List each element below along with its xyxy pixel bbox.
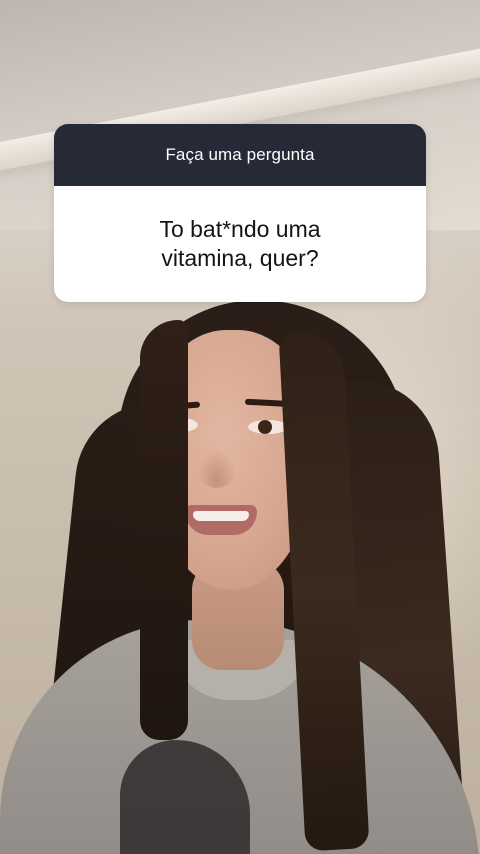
right-eye	[248, 420, 288, 434]
hair-front-left	[140, 320, 188, 740]
nose	[197, 448, 237, 488]
question-sticker-title: Faça uma pergunta	[165, 145, 315, 164]
teeth	[193, 511, 249, 521]
question-sticker-header: Faça uma pergunta	[54, 124, 426, 186]
mouth	[185, 505, 257, 535]
question-sticker-answer: To bat*ndo uma vitamina, quer?	[159, 216, 321, 271]
question-sticker[interactable]: Faça uma pergunta To bat*ndo uma vitamin…	[54, 124, 426, 302]
story-frame: Faça uma pergunta To bat*ndo uma vitamin…	[0, 0, 480, 854]
question-sticker-body: To bat*ndo uma vitamina, quer?	[54, 186, 426, 302]
